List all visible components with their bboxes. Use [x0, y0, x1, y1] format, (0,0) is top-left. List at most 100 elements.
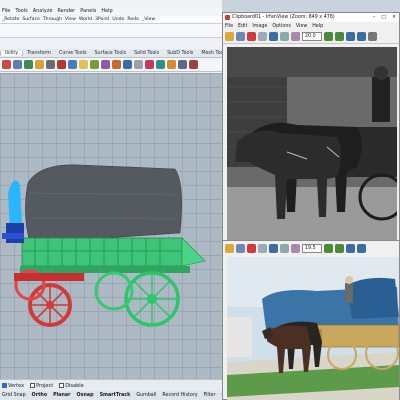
- zoom-in-icon[interactable]: [324, 32, 333, 41]
- iv-menu-view[interactable]: View: [296, 24, 307, 29]
- settings-icon[interactable]: [368, 32, 377, 41]
- iv-menu-image[interactable]: Image: [252, 24, 267, 29]
- tool-icon[interactable]: [79, 60, 88, 69]
- irfanview-toolbar: 20.0: [223, 30, 399, 44]
- tool-icon[interactable]: [57, 60, 66, 69]
- menu-panels[interactable]: Panels: [80, 8, 96, 14]
- prev-icon[interactable]: [346, 32, 355, 41]
- delete-icon[interactable]: [247, 243, 256, 253]
- copy-icon[interactable]: [280, 32, 289, 41]
- tool-icon[interactable]: [90, 60, 99, 69]
- maximize-icon[interactable]: □: [381, 15, 386, 20]
- mode-planar[interactable]: Planar: [53, 393, 70, 398]
- paste-icon[interactable]: [291, 32, 300, 41]
- perspective-viewport[interactable]: [0, 73, 222, 379]
- open-folder-icon[interactable]: [225, 243, 234, 253]
- tool-icon[interactable]: [13, 60, 22, 69]
- irfanview-toolbar-2: 19.5: [223, 241, 399, 255]
- irfanview-titlebar[interactable]: Clipboard01 - IrfanView (Zoom: 849 x 478…: [223, 13, 399, 22]
- zoom-input-2[interactable]: 19.5: [302, 243, 322, 253]
- tab-curve-tools[interactable]: Curve Tools: [55, 51, 91, 56]
- cmd-view2[interactable]: _View: [142, 17, 155, 22]
- tab-visibility[interactable]: ibility: [0, 50, 24, 56]
- tool-icon[interactable]: [101, 60, 110, 69]
- cmd-3point[interactable]: 3Point: [95, 17, 109, 22]
- delete-icon[interactable]: [247, 32, 256, 41]
- tool-icon[interactable]: [145, 60, 154, 69]
- tool-icon[interactable]: [2, 60, 11, 69]
- zoom-out-icon[interactable]: [335, 32, 344, 41]
- tool-icon[interactable]: [35, 60, 44, 69]
- tab-subd-tools[interactable]: SubD Tools: [163, 51, 197, 56]
- window-title: Clipboard01 - IrfanView (Zoom: 849 x 478…: [232, 15, 335, 20]
- mode-smarttrack[interactable]: SmartTrack: [100, 393, 131, 398]
- open-folder-icon[interactable]: [225, 32, 234, 41]
- tab-transform[interactable]: Transform: [23, 51, 55, 56]
- project-checkbox[interactable]: [30, 383, 36, 388]
- model-photo: [227, 257, 399, 400]
- vertex-checkbox[interactable]: [2, 383, 7, 388]
- menu-tools[interactable]: Tools: [15, 8, 27, 14]
- copy-icon[interactable]: [280, 243, 289, 253]
- info-icon[interactable]: [269, 243, 278, 253]
- mode-record-history[interactable]: Record History: [162, 393, 197, 398]
- tool-icon[interactable]: [123, 60, 132, 69]
- tool-icon[interactable]: [24, 60, 33, 69]
- command-prompt[interactable]: [0, 24, 222, 38]
- mode-filter[interactable]: Filter: [204, 393, 216, 398]
- next-icon[interactable]: [357, 32, 366, 41]
- cmd-redo[interactable]: Redo: [127, 17, 139, 22]
- zoom-out-icon[interactable]: [335, 243, 344, 253]
- print-icon[interactable]: [258, 243, 267, 253]
- mode-osnap[interactable]: Osnap: [77, 393, 94, 398]
- prev-icon[interactable]: [346, 243, 355, 253]
- disable-checkbox[interactable]: [59, 383, 65, 388]
- mode-ortho[interactable]: Ortho: [32, 393, 47, 398]
- tool-icon[interactable]: [134, 60, 143, 69]
- save-icon[interactable]: [236, 243, 245, 253]
- tool-icon[interactable]: [156, 60, 165, 69]
- menu-analyze[interactable]: Analyze: [33, 8, 53, 14]
- wagon-model[interactable]: [0, 73, 222, 379]
- tool-icon[interactable]: [167, 60, 176, 69]
- cmd-rotate[interactable]: _Rotate: [2, 17, 19, 22]
- cmd-view[interactable]: View: [65, 17, 76, 22]
- tool-icon[interactable]: [68, 60, 77, 69]
- menu-help[interactable]: Help: [101, 8, 112, 14]
- iv-menu-file[interactable]: File: [225, 24, 233, 29]
- iv-menu-options[interactable]: Options: [272, 24, 291, 29]
- mode-grid-snap[interactable]: Grid Snap: [2, 393, 26, 398]
- info-icon[interactable]: [269, 32, 278, 41]
- paste-icon[interactable]: [291, 243, 300, 253]
- snap-vertex: Vertex: [8, 383, 25, 389]
- tool-icon[interactable]: [178, 60, 187, 69]
- iv-menu-edit[interactable]: Edit: [238, 24, 247, 29]
- zoom-in-icon[interactable]: [324, 243, 333, 253]
- snap-project: Project: [36, 383, 54, 389]
- irfanview-window-2: 19.5: [222, 240, 400, 400]
- tab-solid-tools[interactable]: Solid Tools: [130, 51, 163, 56]
- cmd-world[interactable]: World: [79, 17, 92, 22]
- tool-icon[interactable]: [46, 60, 55, 69]
- tool-icon[interactable]: [189, 60, 198, 69]
- menu-render[interactable]: Render: [57, 8, 75, 14]
- save-icon[interactable]: [236, 32, 245, 41]
- irfanview-window: Clipboard01 - IrfanView (Zoom: 849 x 478…: [222, 12, 400, 243]
- minimize-icon[interactable]: –: [373, 15, 375, 20]
- iv-menu-help[interactable]: Help: [312, 24, 323, 29]
- command-history[interactable]: _Rotate Surface Through View World 3Poin…: [0, 16, 222, 24]
- cmd-undo[interactable]: Undo: [112, 17, 124, 22]
- close-icon[interactable]: ✕: [392, 15, 396, 20]
- mode-gumball[interactable]: Gumball: [136, 393, 156, 398]
- tab-surface-tools[interactable]: Surface Tools: [90, 51, 130, 56]
- snap-disable: Disable: [65, 383, 84, 389]
- print-icon[interactable]: [258, 32, 267, 41]
- tool-icon[interactable]: [112, 60, 121, 69]
- menu-file[interactable]: File: [2, 8, 10, 14]
- irfanview-menubar: File Edit Image Options View Help: [223, 22, 399, 30]
- wagon-bed: [21, 237, 183, 267]
- cmd-through[interactable]: Through: [43, 17, 62, 22]
- zoom-input[interactable]: 20.0: [302, 32, 322, 41]
- cmd-surface[interactable]: Surface: [22, 17, 40, 22]
- next-icon[interactable]: [357, 243, 366, 253]
